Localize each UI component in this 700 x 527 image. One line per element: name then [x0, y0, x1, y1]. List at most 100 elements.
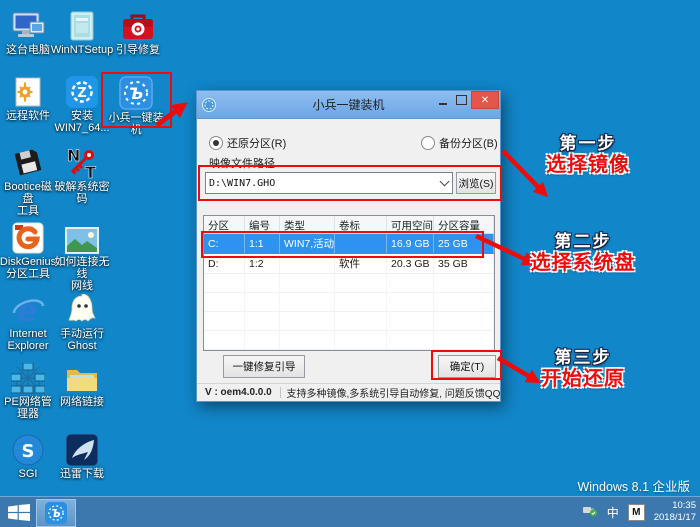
- ie-icon: e: [11, 292, 45, 326]
- svg-text:Z: Z: [77, 86, 86, 101]
- radio-restore-partition[interactable]: 还原分区(R): [209, 135, 286, 151]
- col-number: 编号: [245, 216, 280, 233]
- desktop-icon-label: 这台电脑: [6, 44, 50, 56]
- installer-gear-icon: Z: [66, 74, 98, 108]
- nt-key-icon: NT: [65, 145, 99, 179]
- status-text: 支持多种镜像,多系统引导自动修复, 问题反馈QQ群:606616468: [286, 389, 500, 400]
- folder-icon: [65, 360, 99, 394]
- col-volume-label: 卷标: [335, 216, 387, 233]
- radio-backup-label: 备份分区(B): [439, 138, 498, 150]
- annotation-step-3: 第三步 开始还原: [541, 348, 625, 390]
- desktop-icon-label: SGI: [18, 468, 38, 480]
- desktop-icon-label: 远程软件: [6, 110, 50, 122]
- desktop-icon-this-pc[interactable]: 这台电脑: [0, 8, 56, 56]
- repair-boot-button[interactable]: 一键修复引导: [223, 355, 305, 378]
- clock-time: 10:35: [672, 500, 696, 512]
- svg-text:T: T: [85, 163, 96, 179]
- maximize-icon: [456, 95, 467, 105]
- desktop-icon-label: PE网络管理器: [4, 396, 52, 421]
- browse-button[interactable]: 浏览(S): [456, 172, 496, 194]
- desktop-icon-remote-software[interactable]: 远程软件: [0, 74, 56, 122]
- partition-table-header: 分区 编号 类型 卷标 可用空间 分区容量: [204, 216, 494, 234]
- red-briefcase-icon: [121, 8, 155, 42]
- start-button[interactable]: [6, 503, 32, 521]
- desktop-icon-label: Internet Explorer: [7, 328, 49, 353]
- photo-icon: [65, 220, 99, 254]
- arrow-step3: [496, 356, 541, 384]
- xiaobing-logo-icon: Ъ: [45, 502, 67, 524]
- close-button[interactable]: ✕: [471, 91, 499, 109]
- minimize-button[interactable]: [433, 91, 452, 109]
- ime-language-indicator[interactable]: 中: [607, 504, 619, 521]
- svg-text:e: e: [17, 294, 37, 326]
- xiaobing-dialog-window: 小兵一键装机 ✕ 还原分区(R) 备份分区(B) 映像文件路径 D:\WIN7.…: [196, 90, 501, 402]
- minimize-icon: [438, 102, 447, 105]
- radio-unselected-icon: [421, 136, 435, 150]
- diskgenius-g-icon: [12, 220, 44, 254]
- desktop-icon-label: Bootice磁盘 工具: [4, 181, 52, 218]
- windows-logo-icon: [8, 503, 30, 521]
- desktop-icon-label: 小兵一键装机: [108, 112, 164, 137]
- desktop-icon-winntsetup[interactable]: WinNTSetup: [51, 8, 113, 56]
- software-box-icon: [67, 8, 97, 42]
- ok-button[interactable]: 确定(T): [438, 355, 496, 378]
- table-empty-row: [204, 274, 494, 293]
- desktop-icon-label: 安装 WIN7_64...: [54, 110, 110, 135]
- desktop-icon-install-win7[interactable]: Z 安装 WIN7_64...: [54, 74, 110, 134]
- desktop-icon-label: 破解系统密码: [54, 181, 110, 206]
- image-path-combobox[interactable]: D:\WIN7.GHO: [205, 172, 453, 194]
- desktop-icon-ghost[interactable]: 手动运行 Ghost: [54, 292, 110, 352]
- desktop-icon-diskgenius[interactable]: DiskGenius 分区工具: [0, 220, 56, 280]
- dialog-titlebar[interactable]: 小兵一键装机 ✕: [197, 91, 500, 119]
- chevron-down-icon[interactable]: [436, 176, 452, 187]
- desktop-icon-network-links[interactable]: 网络链接: [54, 360, 110, 408]
- table-row-c-drive[interactable]: C: 1:1 WIN7,活动 16.9 GB 25 GB: [204, 234, 494, 254]
- usb-eject-icon[interactable]: [582, 503, 598, 522]
- svg-text:N: N: [67, 147, 80, 165]
- arrow-step1: [501, 149, 549, 198]
- xiaobing-logo-icon: Ъ: [119, 76, 153, 110]
- desktop-icon-label: 手动运行 Ghost: [60, 328, 104, 353]
- partition-mode-radios: 还原分区(R) 备份分区(B): [197, 135, 500, 151]
- col-free-space: 可用空间: [387, 216, 434, 233]
- dialog-statusbar: V : oem4.0.0.0 支持多种镜像,多系统引导自动修复, 问题反馈QQ群…: [197, 383, 500, 401]
- partition-table: 分区 编号 类型 卷标 可用空间 分区容量 C: 1:1 WIN7,活动 16.…: [203, 215, 495, 351]
- desktop-icon-label: DiskGenius 分区工具: [0, 256, 57, 281]
- desktop-icon-xiaobing-app[interactable]: Ъ 小兵一键装机: [104, 76, 168, 136]
- maximize-button[interactable]: [452, 91, 471, 109]
- image-path-label: 映像文件路径: [209, 158, 275, 170]
- annotation-step-1: 第一步 选择镜像: [546, 134, 630, 176]
- desktop-icon-boot-repair[interactable]: 引导修复: [110, 8, 166, 56]
- close-icon: ✕: [480, 94, 490, 106]
- computer-icon: [10, 8, 46, 42]
- svg-text:S: S: [22, 441, 35, 462]
- sgi-s-icon: S: [12, 432, 44, 466]
- desktop-icon-label: 网络链接: [60, 396, 104, 408]
- table-empty-row: [204, 293, 494, 312]
- desktop-icon-thunder[interactable]: 迅雷下载: [54, 432, 110, 480]
- table-empty-row: [204, 312, 494, 331]
- desktop-icon-pe-network[interactable]: PE网络管理器: [0, 360, 56, 420]
- desktop-icon-crack-password[interactable]: NT 破解系统密码: [54, 145, 110, 205]
- desktop-icon-bootice[interactable]: Bootice磁盘 工具: [0, 145, 56, 217]
- table-row-d-drive[interactable]: D: 1:2 软件 20.3 GB 35 GB: [204, 254, 494, 274]
- desktop-icon-label: 引导修复: [116, 44, 160, 56]
- taskbar-app-xiaobing[interactable]: Ъ: [36, 499, 76, 527]
- floppy-disk-icon: [13, 145, 43, 179]
- desktop: 这台电脑 WinNTSetup 引导修复 远程软件 Z 安装 WIN7_64..…: [0, 0, 700, 527]
- document-gear-icon: [13, 74, 43, 108]
- col-capacity: 分区容量: [434, 216, 494, 233]
- desktop-icon-sgi[interactable]: S SGI: [0, 432, 56, 480]
- network-diagram-icon: [11, 360, 45, 394]
- svg-text:Ъ: Ъ: [51, 508, 61, 520]
- ime-mode-indicator[interactable]: M: [627, 503, 645, 521]
- desktop-icon-wireless-help[interactable]: 如何连接无线 网线: [54, 220, 110, 292]
- radio-selected-icon: [209, 136, 223, 150]
- annotation-step-2: 第二步 选择系统盘: [530, 232, 636, 274]
- thunder-bird-icon: [66, 432, 98, 466]
- radio-backup-partition[interactable]: 备份分区(B): [421, 135, 498, 151]
- table-empty-row: [204, 331, 494, 350]
- windows-edition-watermark: Windows 8.1 企业版: [577, 480, 690, 494]
- desktop-icon-internet-explorer[interactable]: e Internet Explorer: [0, 292, 56, 352]
- taskbar-clock[interactable]: 10:35 2018/1/17: [654, 500, 696, 524]
